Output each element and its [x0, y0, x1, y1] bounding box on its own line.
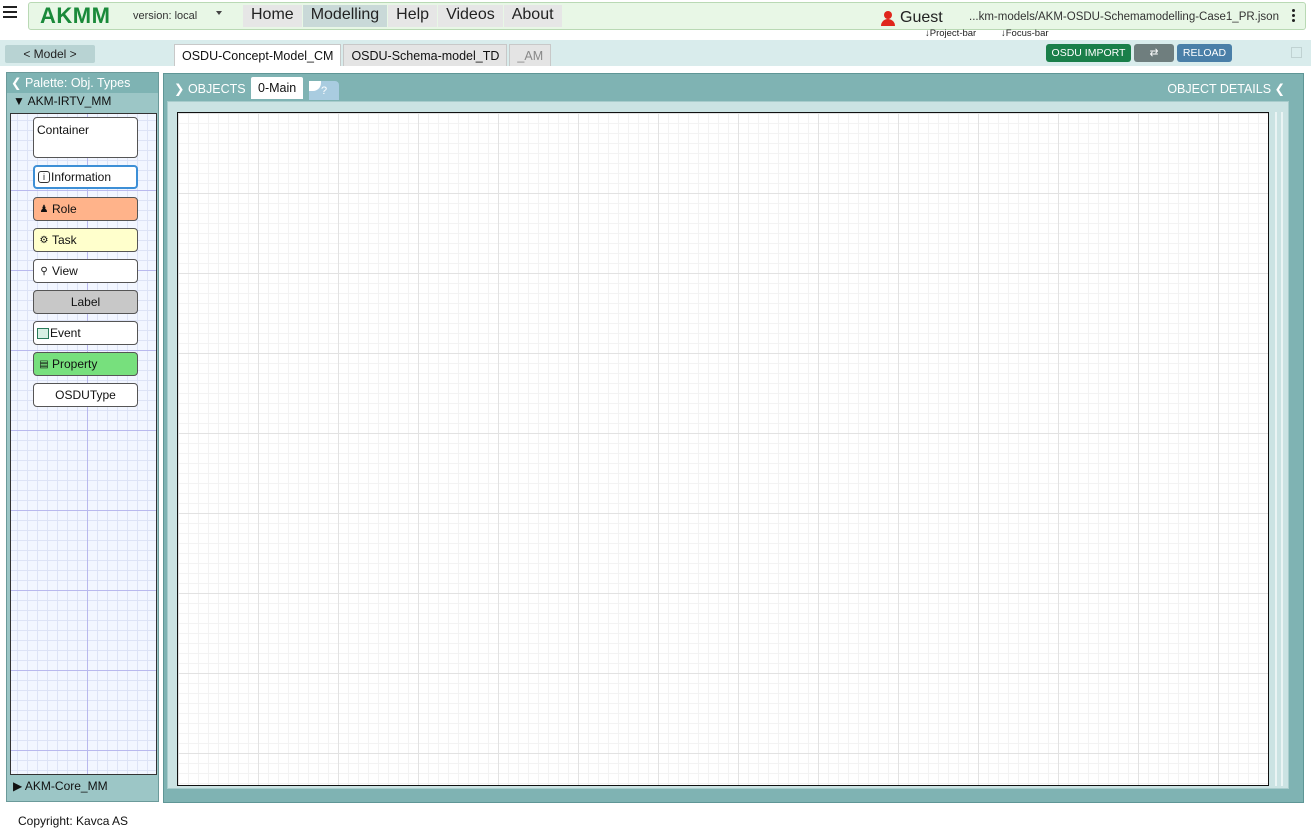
palette-item-osdutype[interactable]: OSDUType: [33, 383, 138, 407]
export-import-button[interactable]: ⇄: [1134, 44, 1174, 62]
calendar-icon: [37, 327, 49, 339]
nav-tab-modelling[interactable]: Modelling: [302, 5, 388, 27]
chevron-left-icon: ❮: [11, 76, 25, 90]
palette-item-container[interactable]: Container: [33, 117, 138, 158]
palette-item-label: Label: [70, 295, 101, 309]
palette-item-label: Information: [51, 170, 112, 184]
palette-item-label: Task: [52, 233, 77, 247]
more-options-icon[interactable]: [1292, 9, 1296, 24]
nav-tab-about[interactable]: About: [503, 5, 562, 27]
magnifier-icon: ⚲: [40, 265, 48, 277]
objects-toggle[interactable]: ❯ OBJECTS: [174, 81, 246, 96]
help-icon: ?: [320, 85, 328, 97]
version-label: version: local: [133, 10, 198, 22]
nav-tab-home[interactable]: Home: [243, 5, 302, 27]
object-details-toggle[interactable]: OBJECT DETAILS ❮: [1167, 81, 1285, 96]
palette-item-view[interactable]: ⚲ View: [33, 259, 138, 283]
user-menu[interactable]: Guest: [881, 9, 943, 27]
palette-panel: ❮ Palette: Obj. Types ▼ AKM-IRTV_MM Cont…: [6, 72, 159, 802]
model-tab-am[interactable]: _AM: [509, 44, 552, 66]
model-toggle-button[interactable]: < Model >: [5, 45, 95, 63]
object-details-label: OBJECT DETAILS: [1167, 82, 1272, 96]
palette-item-event[interactable]: Event: [33, 321, 138, 345]
chevron-left-icon: ❮: [1271, 82, 1285, 96]
tab-0-main[interactable]: 0-Main: [251, 77, 304, 99]
palette-item-label: Container: [37, 123, 90, 137]
canvas-frame: [167, 101, 1289, 789]
app-logo[interactable]: AKMM: [40, 3, 110, 29]
palette-item-role[interactable]: ♟ Role: [33, 197, 138, 221]
version-dropdown-icon[interactable]: [216, 11, 222, 15]
palette-item-label: Property: [52, 357, 98, 371]
objects-label: OBJECTS: [187, 82, 246, 96]
palette-grid: Container i Information ♟ Role ⚙ Task ⚲ …: [10, 113, 157, 775]
palette-group-label: AKM-Core_MM: [24, 779, 108, 793]
project-bar-hint[interactable]: ↓Project-bar: [925, 28, 976, 39]
user-icon: [881, 10, 895, 26]
model-tab-concept[interactable]: OSDU-Concept-Model_CM: [174, 44, 342, 66]
palette-item-label: OSDUType: [55, 388, 116, 402]
canvas-tabs: ❯ OBJECTS 0-Main ? OBJECT DETAILS ❮: [164, 74, 1303, 100]
nav-tab-videos[interactable]: Videos: [438, 5, 503, 27]
palette-group-irtv[interactable]: ▼ AKM-IRTV_MM: [7, 93, 158, 110]
canvas-panel: ❯ OBJECTS 0-Main ? OBJECT DETAILS ❮: [163, 73, 1304, 803]
people-icon: ♟: [39, 203, 49, 215]
triangle-right-icon: ▶: [13, 779, 25, 793]
user-name: Guest: [900, 9, 943, 26]
top-navbar: AKMM version: local Home Modelling Help …: [0, 0, 1311, 39]
focus-bar-hint[interactable]: ↓Focus-bar: [1001, 28, 1049, 39]
palette-item-label: View: [52, 264, 78, 278]
palette-group-label: AKM-IRTV_MM: [27, 94, 112, 108]
document-icon: ▤: [39, 358, 49, 370]
palette-item-label: Event: [50, 326, 81, 340]
task-icon: ⚙: [39, 234, 49, 246]
file-path: ...km-models/AKM-OSDU-Schemamodelling-Ca…: [969, 11, 1279, 23]
nav-tabs: Home Modelling Help Videos About: [243, 5, 563, 27]
palette-item-label: Role: [52, 202, 77, 216]
info-icon: i: [38, 171, 50, 183]
reload-button[interactable]: RELOAD: [1177, 44, 1232, 62]
palette-item-property[interactable]: ▤ Property: [33, 352, 138, 376]
palette-item-information[interactable]: i Information: [33, 165, 138, 189]
palette-group-core[interactable]: ▶ AKM-Core_MM: [7, 778, 158, 795]
diagram-canvas[interactable]: [177, 112, 1269, 786]
palette-item-task[interactable]: ⚙ Task: [33, 228, 138, 252]
osdu-import-button[interactable]: OSDU IMPORT: [1046, 44, 1131, 62]
tab-fold: [309, 81, 321, 91]
model-bar: < Model > OSDU-Concept-Model_CM OSDU-Sch…: [0, 40, 1311, 66]
palette-header[interactable]: ❮ Palette: Obj. Types: [7, 73, 158, 93]
tab-help[interactable]: ?: [309, 81, 339, 100]
palette-item-label-type[interactable]: Label: [33, 290, 138, 314]
chevron-right-icon: ❯: [174, 82, 188, 96]
expand-icon[interactable]: [1291, 47, 1302, 58]
canvas-scrollbar[interactable]: [1275, 112, 1283, 786]
triangle-down-icon: ▼: [13, 94, 28, 108]
palette-title: Palette: Obj. Types: [24, 76, 131, 90]
model-tabs: OSDU-Concept-Model_CM OSDU-Schema-model_…: [174, 44, 553, 66]
nav-tab-help[interactable]: Help: [388, 5, 438, 27]
copyright-footer: Copyright: Kavca AS: [18, 814, 129, 828]
model-tab-schema[interactable]: OSDU-Schema-model_TD: [343, 44, 508, 66]
hamburger-menu-icon[interactable]: [3, 6, 17, 20]
